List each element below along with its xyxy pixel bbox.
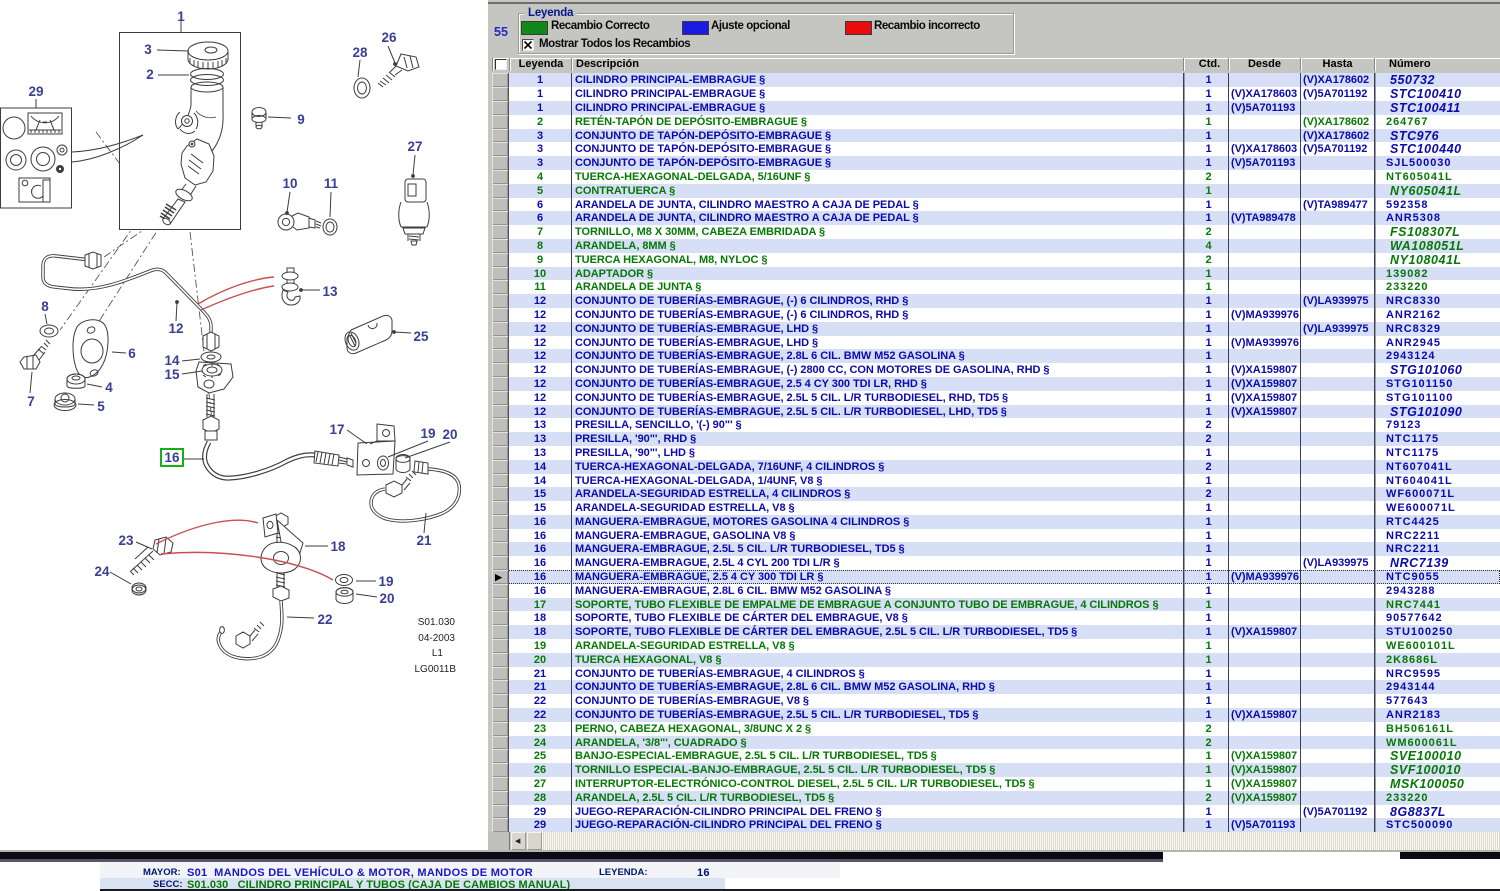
- svg-text:20: 20: [442, 427, 457, 442]
- svg-text:2: 2: [146, 67, 154, 82]
- svg-text:13: 13: [322, 284, 338, 299]
- svg-text:3: 3: [144, 42, 152, 57]
- svg-text:29: 29: [28, 84, 43, 99]
- svg-text:16: 16: [164, 450, 180, 465]
- svg-text:4: 4: [105, 380, 113, 395]
- svg-text:12: 12: [168, 321, 183, 336]
- svg-text:14: 14: [164, 353, 180, 368]
- svg-text:11: 11: [324, 176, 339, 191]
- svg-text:28: 28: [352, 45, 368, 60]
- svg-text:17: 17: [329, 422, 344, 437]
- svg-text:20: 20: [379, 591, 394, 606]
- svg-text:19: 19: [378, 574, 393, 589]
- svg-text:L1: L1: [432, 648, 444, 659]
- svg-text:1: 1: [177, 9, 185, 24]
- svg-text:26: 26: [381, 30, 397, 45]
- svg-text:25: 25: [413, 329, 429, 344]
- svg-text:10: 10: [282, 176, 297, 191]
- svg-text:04-2003: 04-2003: [418, 633, 455, 644]
- svg-text:5: 5: [97, 399, 105, 414]
- svg-text:24: 24: [94, 564, 110, 579]
- svg-text:23: 23: [118, 533, 134, 548]
- svg-text:LG0011B: LG0011B: [414, 664, 456, 675]
- svg-text:19: 19: [420, 426, 435, 441]
- svg-text:21: 21: [416, 533, 432, 548]
- svg-text:27: 27: [407, 139, 422, 154]
- svg-text:8: 8: [41, 299, 49, 314]
- svg-text:22: 22: [317, 612, 332, 627]
- svg-text:S01.030: S01.030: [418, 617, 456, 628]
- svg-text:7: 7: [27, 394, 35, 409]
- svg-text:18: 18: [330, 539, 346, 554]
- svg-text:6: 6: [128, 346, 136, 361]
- svg-text:15: 15: [164, 367, 180, 382]
- svg-text:9: 9: [297, 112, 305, 127]
